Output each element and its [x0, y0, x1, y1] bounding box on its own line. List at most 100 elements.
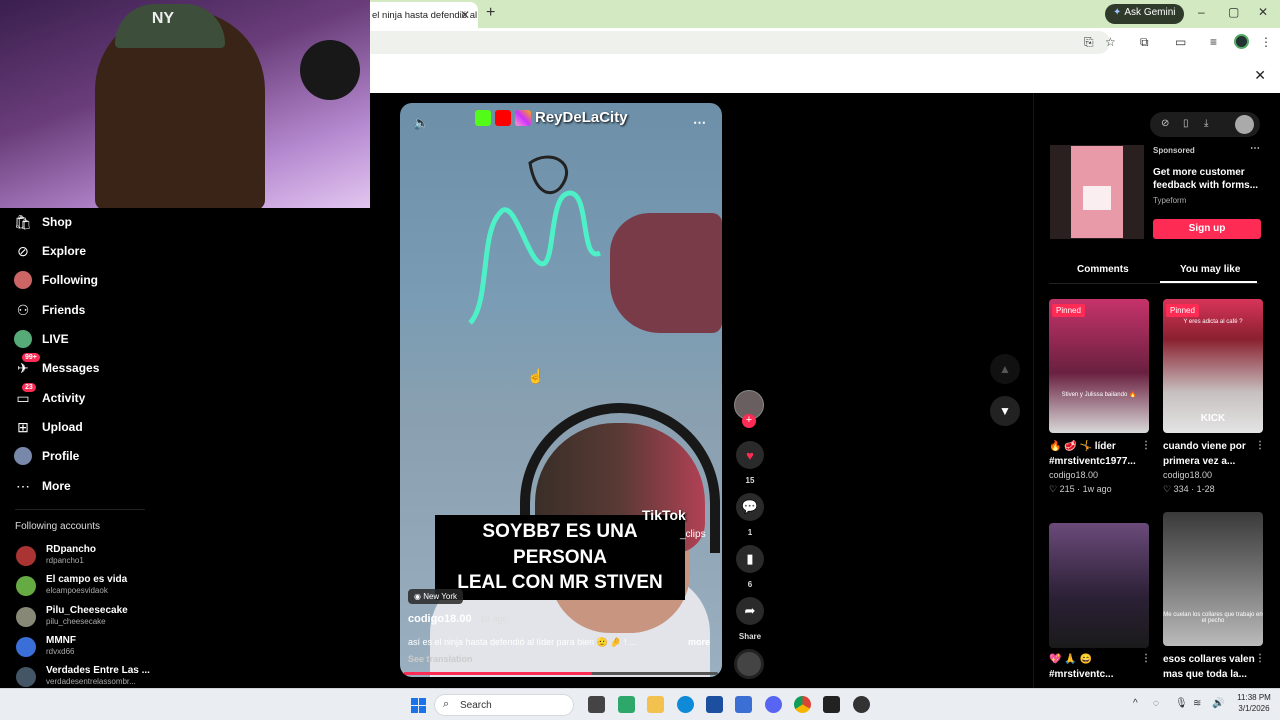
card-more-icon[interactable]: ⋮: [1255, 440, 1265, 451]
share-icon: ➦: [744, 603, 756, 618]
discord-icon[interactable]: [765, 696, 782, 713]
compass-icon[interactable]: ⊘: [1161, 118, 1169, 129]
tab-close-icon[interactable]: ✕: [460, 8, 470, 22]
card-title: esos collares valen mas que toda la...: [1163, 654, 1255, 680]
screen: el ninja hasta defendió al ✕ + ✦ Ask Gemi…: [0, 0, 1280, 720]
comment-count: 1: [747, 528, 753, 537]
video-description: así es el ninja hasta defendió al líder …: [408, 637, 637, 647]
microphone-icon[interactable]: 🎙: [1175, 698, 1188, 709]
bookmark-star-icon[interactable]: ☆: [1105, 35, 1116, 49]
cast-icon[interactable]: ▭: [1175, 35, 1186, 49]
sidebar-item-explore[interactable]: ⊘ Explore: [14, 240, 86, 262]
volume-icon[interactable]: 🔈: [413, 115, 429, 131]
video-thumbnail: Pinned Y eres adicta al café ? KICK: [1163, 299, 1263, 433]
caption-line: LEAL CON MR STIVEN: [457, 572, 663, 594]
chevron-up-icon: ▲: [999, 362, 1011, 376]
sidebar-item-following[interactable]: Following: [14, 269, 98, 291]
follow-plus-icon[interactable]: +: [742, 414, 756, 428]
tab-comments[interactable]: Comments: [1077, 264, 1129, 275]
edge-icon[interactable]: [677, 696, 694, 713]
app-icon[interactable]: [823, 696, 840, 713]
chrome-icon[interactable]: [794, 696, 811, 713]
friends-icon: ⚇: [16, 301, 30, 318]
volume-tray-icon[interactable]: 🔊: [1212, 698, 1224, 709]
music-disc-icon[interactable]: [734, 649, 764, 679]
search-label: Search: [460, 700, 492, 711]
ad-more-icon[interactable]: ⋯: [1250, 143, 1260, 154]
install-app-icon[interactable]: ⎘: [1084, 35, 1094, 50]
sidebar-item-activity[interactable]: ▭ 23 Activity: [14, 383, 85, 409]
sidebar-item-more[interactable]: ⋯ More: [14, 475, 71, 497]
sidebar-item-live[interactable]: LIVE: [14, 328, 69, 350]
tiktok-watermark: TikTok: [642, 507, 686, 523]
network-icon[interactable]: ◌: [1153, 698, 1159, 709]
ad-brand: Typeform: [1153, 196, 1187, 205]
share-button[interactable]: ➦: [736, 597, 764, 625]
task-view-icon[interactable]: [588, 696, 605, 713]
card-more-icon[interactable]: ⋮: [1255, 653, 1265, 664]
tab-you-may-like[interactable]: You may like: [1180, 264, 1240, 275]
store-icon[interactable]: [706, 696, 723, 713]
file-explorer-icon[interactable]: [647, 696, 664, 713]
browser-menu-icon[interactable]: ⋮: [1260, 35, 1272, 49]
sidebar-item-upload[interactable]: ⊞ Upload: [14, 416, 83, 438]
clock-time: 11:38 PM: [1237, 693, 1271, 702]
account-handle: rdpancho1: [46, 556, 84, 565]
user-avatar[interactable]: [1235, 115, 1254, 134]
device-icon[interactable]: ▯: [1183, 118, 1189, 129]
avatar: [16, 637, 36, 657]
tray-chevron-icon[interactable]: ^: [1133, 698, 1138, 709]
video-progress-bar[interactable]: [404, 672, 718, 675]
account-name: Verdades Entre Las ...: [46, 665, 150, 676]
windows-start-icon[interactable]: [411, 698, 426, 713]
creator-line[interactable]: codigo18.00 · 1d ago: [408, 613, 508, 625]
video-thumbnail: [1049, 523, 1149, 648]
like-count: 15: [745, 476, 755, 485]
location-tag[interactable]: ◉ New York: [408, 589, 463, 604]
maximize-button[interactable]: ▢: [1228, 5, 1239, 19]
heart-icon: ♥: [746, 447, 754, 463]
next-video-button[interactable]: ▼: [990, 396, 1020, 426]
window-close-button[interactable]: ✕: [1258, 5, 1268, 19]
minimize-button[interactable]: –: [1198, 5, 1205, 19]
ask-gemini-button[interactable]: ✦ Ask Gemini: [1105, 4, 1184, 24]
extensions-icon[interactable]: ⧉: [1140, 35, 1149, 50]
taskbar-search[interactable]: ⌕ Search: [434, 694, 574, 716]
video-thumbnail: Me cuelan los collares que trabajo en el…: [1163, 512, 1263, 646]
sponsored-label: Sponsored: [1153, 146, 1195, 155]
description-more-link[interactable]: more: [688, 637, 710, 647]
obs-icon[interactable]: [853, 696, 870, 713]
download-icon[interactable]: ⤓: [1204, 118, 1208, 129]
taskbar-clock[interactable]: 11:38 PM 3/1/2026: [1234, 693, 1274, 715]
close-video-button[interactable]: ✕: [1254, 67, 1266, 84]
webcam-overlay: NY: [0, 0, 370, 208]
sidebar-item-messages[interactable]: ✈ 99+ Messages: [14, 353, 99, 379]
sidebar-item-profile[interactable]: Profile: [14, 445, 79, 467]
copilot-icon[interactable]: [618, 696, 635, 713]
ad-thumbnail[interactable]: [1050, 145, 1144, 239]
more-options-icon[interactable]: ⋯: [693, 115, 706, 131]
video-player[interactable]: 🔈 ⋯ ReyDeLaCity SOYBB7 ES UNA PERSONA LE…: [400, 103, 722, 677]
card-more-icon[interactable]: ⋮: [1141, 653, 1151, 664]
avatar: [16, 607, 36, 627]
sign-up-button[interactable]: Sign up: [1153, 219, 1261, 239]
tabs-divider: [1049, 283, 1259, 284]
profile-avatar-icon[interactable]: [1234, 34, 1249, 49]
browser-tab[interactable]: el ninja hasta defendió al ✕: [370, 2, 478, 28]
account-handle: elcampoesvidaok: [46, 586, 108, 595]
see-translation-link[interactable]: See translation: [408, 654, 473, 664]
new-tab-button[interactable]: +: [486, 4, 495, 22]
wifi-icon[interactable]: ≋: [1193, 698, 1201, 709]
taskbar: ⌕ Search ^ ◌ 🎙 ≋ 🔊 11:38 PM 3/1/2026: [0, 688, 1280, 720]
media-control-icon[interactable]: ≡: [1210, 35, 1217, 49]
previous-video-button[interactable]: ▲: [990, 354, 1020, 384]
save-button[interactable]: ▮: [736, 545, 764, 573]
comment-button[interactable]: 💬: [736, 493, 764, 521]
sidebar-item-friends[interactable]: ⚇ Friends: [14, 299, 86, 321]
card-more-icon[interactable]: ⋮: [1141, 440, 1151, 451]
ad-title[interactable]: Get more customer feedback with forms...: [1153, 166, 1265, 192]
sidebar-item-shop[interactable]: 🛍 Shop: [14, 211, 72, 233]
outlook-icon[interactable]: [735, 696, 752, 713]
like-button[interactable]: ♥: [736, 441, 764, 469]
address-bar[interactable]: [370, 31, 1110, 54]
